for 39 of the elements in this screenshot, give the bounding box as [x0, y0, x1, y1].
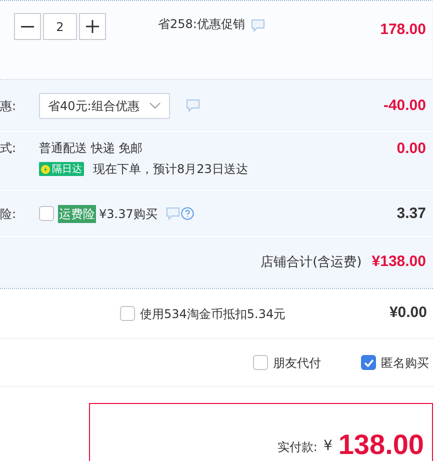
store-total-label: 店铺合计(含运费) — [260, 254, 362, 272]
delivery-estimate: 现在下单，预计8月23日送达 — [93, 161, 248, 178]
item-price: 178.00 — [380, 21, 426, 38]
plus-icon — [86, 20, 99, 33]
checkbox[interactable] — [39, 206, 54, 221]
option-label: 朋友代付 — [273, 354, 321, 372]
coins-label: 使用534淘金币抵扣5.34元 — [140, 306, 286, 322]
coins-amount: ¥0.00 — [389, 303, 427, 324]
amount: 3.37 — [396, 205, 426, 222]
payment-label: 实付款: — [277, 439, 318, 456]
promo-text: 省258:优惠促销 — [158, 16, 245, 33]
field-label: 式: — [0, 140, 18, 157]
increase-button[interactable] — [79, 13, 106, 40]
chevron-down-icon — [149, 102, 161, 109]
insurance-tag: 运费险 — [58, 204, 96, 222]
next-day-badge: 隔日达 — [39, 162, 84, 176]
field-label: 惠: — [0, 98, 18, 114]
promo-select[interactable]: 省40元:组合优惠 — [39, 92, 170, 118]
lightning-icon — [41, 164, 50, 174]
shipping-method: 普通配送 快递 免邮 — [39, 140, 144, 156]
store-total-amount: ¥138.00 — [372, 252, 426, 272]
checkmark-icon — [364, 358, 374, 366]
insurance-offer: ¥3.37购买 — [99, 206, 158, 222]
field-label: 险: — [0, 206, 18, 222]
checkbox[interactable] — [253, 355, 268, 370]
comment-icon[interactable] — [186, 99, 200, 112]
payment-amount: 138.00 — [338, 430, 424, 460]
amount: -40.00 — [383, 97, 426, 114]
checkbox[interactable] — [361, 355, 376, 370]
help-icon[interactable] — [181, 207, 194, 220]
amount: 0.00 — [396, 140, 426, 157]
checkbox[interactable] — [120, 306, 135, 321]
decrease-button[interactable] — [14, 13, 41, 40]
minus-icon — [21, 26, 34, 28]
option-label: 匿名购买 — [381, 354, 429, 372]
currency-symbol: ¥ — [323, 437, 332, 456]
quantity-field[interactable]: 2 — [43, 13, 77, 40]
comment-icon[interactable] — [166, 207, 180, 220]
comment-icon[interactable] — [250, 19, 265, 32]
